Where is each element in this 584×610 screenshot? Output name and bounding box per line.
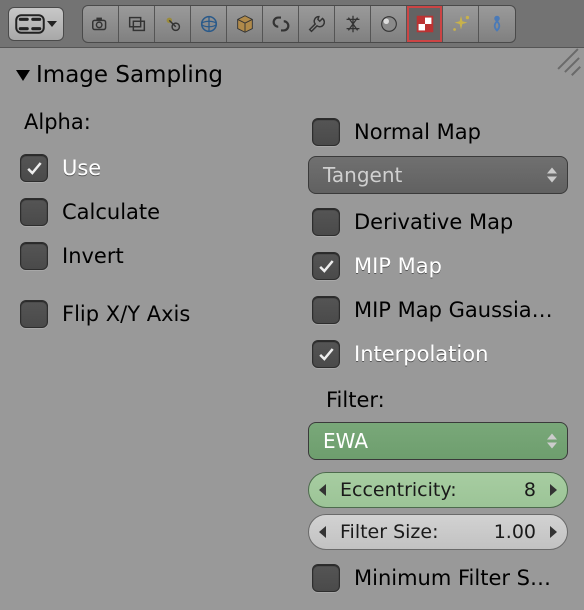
- camera-icon: [90, 13, 112, 35]
- filter-minimum-label: Minimum Filter S…: [354, 566, 551, 590]
- tab-texture[interactable]: [407, 6, 443, 42]
- cube-icon: [234, 13, 256, 35]
- mip-map-label: MIP Map: [354, 254, 442, 278]
- collapse-arrow-icon: [16, 70, 30, 81]
- tab-world[interactable]: [191, 6, 227, 42]
- alpha-calculate-label: Calculate: [62, 200, 160, 224]
- tab-constraints[interactable]: [263, 6, 299, 42]
- derivative-map-label: Derivative Map: [354, 210, 513, 234]
- tab-scene[interactable]: [155, 6, 191, 42]
- normal-map-label: Normal Map: [354, 120, 481, 144]
- tab-physics[interactable]: [479, 6, 515, 42]
- checkbox-icon: [20, 198, 48, 226]
- checkbox-icon: [20, 300, 48, 328]
- flip-xy-label: Flip X/Y Axis: [62, 302, 190, 326]
- normal-map-space-dropdown[interactable]: Tangent: [308, 156, 568, 194]
- normal-map-space-value: Tangent: [323, 163, 402, 187]
- filter-type-dropdown[interactable]: EWA: [308, 422, 568, 460]
- alpha-label: Alpha:: [24, 110, 282, 134]
- sparkle-icon: [450, 13, 472, 35]
- context-selector-icon: [15, 14, 45, 34]
- chevron-left-icon: [319, 484, 326, 496]
- normal-map-checkbox[interactable]: Normal Map: [312, 110, 574, 154]
- context-selector[interactable]: [8, 7, 64, 41]
- chevron-right-icon: [550, 484, 557, 496]
- checkbox-icon: [20, 154, 48, 182]
- checkbox-icon: [312, 252, 340, 280]
- properties-tabs: [82, 5, 516, 43]
- checkbox-icon: [312, 208, 340, 236]
- checker-icon: [414, 13, 436, 35]
- interpolation-label: Interpolation: [354, 342, 488, 366]
- filter-eccentricity-field[interactable]: Eccentricity: 8: [308, 472, 568, 508]
- scene-icon: [162, 13, 184, 35]
- mesh-icon: [342, 13, 364, 35]
- alpha-invert-checkbox[interactable]: Invert: [20, 234, 282, 278]
- checkbox-icon: [312, 296, 340, 324]
- panel-header[interactable]: Image Sampling: [16, 62, 574, 88]
- texture-context-header: [0, 0, 584, 48]
- tab-modifiers[interactable]: [299, 6, 335, 42]
- chevron-down-icon: [47, 21, 57, 27]
- checkbox-icon: [312, 340, 340, 368]
- checkbox-icon: [312, 564, 340, 592]
- alpha-use-label: Use: [62, 156, 101, 180]
- tab-render[interactable]: [83, 6, 119, 42]
- filter-size-value: 1.00: [494, 521, 550, 543]
- chevron-left-icon: [319, 526, 326, 538]
- globe-icon: [198, 13, 220, 35]
- alpha-column: Alpha: Use Calculate Invert Flip X/Y Axi…: [16, 110, 282, 600]
- layers-icon: [126, 13, 148, 35]
- checkbox-icon: [20, 242, 48, 270]
- image-sampling-panel: Image Sampling Alpha: Use Calculate Inve…: [0, 48, 584, 610]
- derivative-map-checkbox[interactable]: Derivative Map: [312, 200, 574, 244]
- sampling-column: Normal Map Tangent Derivative Map MIP Ma…: [302, 110, 574, 600]
- checkbox-icon: [312, 118, 340, 146]
- filter-eccentricity-value: 8: [524, 479, 550, 501]
- tab-material[interactable]: [371, 6, 407, 42]
- updown-icon: [547, 168, 557, 183]
- filter-eccentricity-label: Eccentricity:: [326, 479, 524, 501]
- tab-data[interactable]: [335, 6, 371, 42]
- flip-xy-checkbox[interactable]: Flip X/Y Axis: [20, 292, 282, 336]
- alpha-invert-label: Invert: [62, 244, 124, 268]
- tab-particles[interactable]: [443, 6, 479, 42]
- material-icon: [378, 13, 400, 35]
- filter-minimum-checkbox[interactable]: Minimum Filter S…: [312, 556, 574, 600]
- interpolation-checkbox[interactable]: Interpolation: [312, 332, 574, 376]
- mip-map-gaussian-checkbox[interactable]: MIP Map Gaussia…: [312, 288, 574, 332]
- filter-type-value: EWA: [323, 429, 368, 453]
- alpha-calculate-checkbox[interactable]: Calculate: [20, 190, 282, 234]
- physics-icon: [486, 13, 508, 35]
- tab-object[interactable]: [227, 6, 263, 42]
- mip-map-gaussian-label: MIP Map Gaussia…: [354, 298, 553, 322]
- link-icon: [270, 13, 292, 35]
- chevron-right-icon: [550, 526, 557, 538]
- tab-render-layers[interactable]: [119, 6, 155, 42]
- mip-map-checkbox[interactable]: MIP Map: [312, 244, 574, 288]
- updown-icon: [547, 434, 557, 449]
- filter-size-label: Filter Size:: [326, 521, 494, 543]
- filter-size-field[interactable]: Filter Size: 1.00: [308, 514, 568, 550]
- wrench-icon: [306, 13, 328, 35]
- panel-title: Image Sampling: [36, 62, 223, 88]
- alpha-use-checkbox[interactable]: Use: [20, 146, 282, 190]
- filter-label: Filter:: [326, 388, 574, 412]
